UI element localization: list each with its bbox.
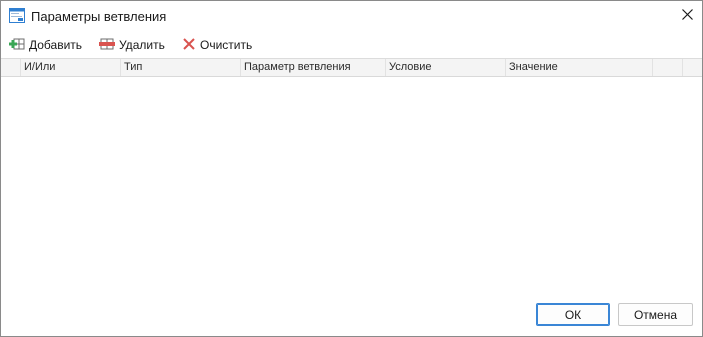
add-button[interactable]: Добавить (9, 34, 82, 56)
close-icon (681, 9, 693, 23)
add-button-label: Добавить (29, 38, 83, 52)
ok-button[interactable]: ОК (536, 303, 610, 326)
title-bar: Параметры ветвления (1, 1, 702, 31)
add-row-icon (9, 37, 29, 54)
column-header-condition[interactable]: Условие (386, 59, 506, 76)
column-header-extra[interactable] (653, 59, 683, 76)
grid-body[interactable] (1, 77, 702, 289)
window-icon (9, 8, 25, 23)
column-header-branch-parameter[interactable]: Параметр ветвления (241, 59, 386, 76)
column-header-filler (683, 59, 702, 76)
dialog-title: Параметры ветвления (31, 9, 167, 24)
column-header-value[interactable]: Значение (506, 59, 653, 76)
column-header-type[interactable]: Тип (121, 59, 241, 76)
toolbar: Добавить Удалить Очистить (1, 34, 702, 56)
branching-conditions-grid[interactable]: И/Или Тип Параметр ветвления Условие Зна… (1, 58, 702, 289)
delete-button[interactable]: Удалить (99, 34, 165, 56)
clear-button-label: Очистить (200, 38, 253, 52)
clear-button[interactable]: Очистить (182, 34, 252, 56)
branching-parameters-dialog: Параметры ветвления Добавить Удалить Очи… (0, 0, 703, 337)
grid-header: И/Или Тип Параметр ветвления Условие Зна… (1, 59, 702, 77)
delete-row-icon (99, 37, 119, 54)
cancel-button[interactable]: Отмена (618, 303, 693, 326)
clear-x-icon (182, 37, 200, 54)
column-header-and-or[interactable]: И/Или (21, 59, 121, 76)
column-header-row-selector[interactable] (1, 59, 21, 76)
delete-button-label: Удалить (119, 38, 165, 52)
close-button[interactable] (672, 1, 702, 31)
